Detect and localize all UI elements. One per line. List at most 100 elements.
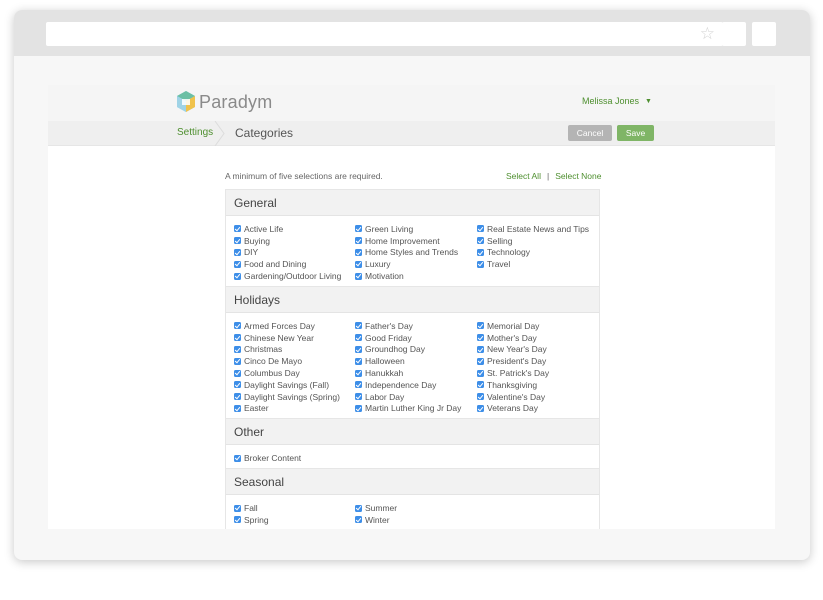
checkbox-checked-icon[interactable]	[355, 381, 362, 389]
checkbox-checked-icon[interactable]	[234, 381, 241, 389]
checkbox-checked-icon[interactable]	[234, 404, 241, 412]
category-option[interactable]: Luxury	[355, 258, 477, 270]
checkbox-checked-icon[interactable]	[234, 369, 241, 377]
breadcrumb-settings[interactable]: Settings	[177, 127, 213, 138]
category-option[interactable]: Hanukkah	[355, 367, 477, 379]
category-option[interactable]: Daylight Savings (Fall)	[234, 379, 355, 391]
category-option[interactable]: Technology	[477, 247, 599, 259]
category-option[interactable]: Armed Forces Day	[234, 320, 355, 332]
checkbox-checked-icon[interactable]	[355, 404, 362, 412]
section-other: Other Broker Content	[226, 418, 599, 468]
category-option[interactable]: Columbus Day	[234, 367, 355, 379]
checkbox-checked-icon[interactable]	[234, 454, 241, 462]
checkbox-checked-icon[interactable]	[234, 393, 241, 401]
checkbox-checked-icon[interactable]	[477, 322, 484, 330]
checkbox-checked-icon[interactable]	[477, 357, 484, 365]
checkbox-checked-icon[interactable]	[355, 393, 362, 401]
cancel-button[interactable]: Cancel	[568, 125, 612, 141]
category-option[interactable]: Christmas	[234, 344, 355, 356]
category-option[interactable]: Gardening/Outdoor Living	[234, 270, 355, 282]
category-option[interactable]: Travel	[477, 258, 599, 270]
checkbox-checked-icon[interactable]	[355, 504, 362, 512]
category-option[interactable]: Motivation	[355, 270, 477, 282]
bookmark-star-icon[interactable]: ☆	[700, 24, 715, 44]
checkbox-checked-icon[interactable]	[477, 260, 484, 268]
user-menu[interactable]: Melissa Jones ▼	[582, 96, 652, 106]
category-option[interactable]: Buying	[234, 235, 355, 247]
category-option[interactable]: Selling	[477, 235, 599, 247]
select-none-link[interactable]: Select None	[555, 171, 601, 181]
checkbox-checked-icon[interactable]	[234, 260, 241, 268]
checkbox-checked-icon[interactable]	[477, 237, 484, 245]
checkbox-checked-icon[interactable]	[355, 369, 362, 377]
category-option[interactable]: Green Living	[355, 223, 477, 235]
select-all-link[interactable]: Select All	[506, 171, 541, 181]
checkbox-checked-icon[interactable]	[234, 237, 241, 245]
checkbox-checked-icon[interactable]	[234, 504, 241, 512]
category-option[interactable]: Winter	[355, 514, 477, 526]
browser-button-2[interactable]	[752, 22, 776, 46]
logo[interactable]: Paradym	[176, 90, 272, 114]
checkbox-checked-icon[interactable]	[355, 345, 362, 353]
category-option[interactable]: Halloween	[355, 355, 477, 367]
checkbox-checked-icon[interactable]	[234, 322, 241, 330]
browser-button-1[interactable]	[722, 22, 746, 46]
category-label: Memorial Day	[487, 320, 540, 331]
category-option[interactable]: DIY	[234, 247, 355, 259]
category-option[interactable]: Independence Day	[355, 379, 477, 391]
checkbox-checked-icon[interactable]	[355, 272, 362, 280]
checkbox-checked-icon[interactable]	[477, 225, 484, 233]
category-option[interactable]: Cinco De Mayo	[234, 355, 355, 367]
checkbox-checked-icon[interactable]	[234, 225, 241, 233]
checkbox-checked-icon[interactable]	[477, 345, 484, 353]
category-option[interactable]: Thanksgiving	[477, 379, 599, 391]
checkbox-checked-icon[interactable]	[477, 248, 484, 256]
checkbox-checked-icon[interactable]	[234, 345, 241, 353]
category-option[interactable]: Fall	[234, 502, 355, 514]
category-option[interactable]: Easter	[234, 403, 355, 415]
checkbox-checked-icon[interactable]	[355, 357, 362, 365]
option-column: Green Living Home Improvement Home Styles …	[355, 223, 477, 282]
checkbox-checked-icon[interactable]	[355, 225, 362, 233]
category-option[interactable]: Active Life	[234, 223, 355, 235]
checkbox-checked-icon[interactable]	[234, 334, 241, 342]
category-option[interactable]: New Year's Day	[477, 344, 599, 356]
category-option[interactable]: Mother's Day	[477, 332, 599, 344]
checkbox-checked-icon[interactable]	[477, 369, 484, 377]
category-option[interactable]: Food and Dining	[234, 258, 355, 270]
checkbox-checked-icon[interactable]	[355, 516, 362, 524]
category-option[interactable]: Valentine's Day	[477, 391, 599, 403]
category-option[interactable]: Groundhog Day	[355, 344, 477, 356]
category-option[interactable]: Daylight Savings (Spring)	[234, 391, 355, 403]
category-option[interactable]: Martin Luther King Jr Day	[355, 403, 477, 415]
category-option[interactable]: Veterans Day	[477, 403, 599, 415]
checkbox-checked-icon[interactable]	[355, 248, 362, 256]
category-option[interactable]: President's Day	[477, 355, 599, 367]
checkbox-checked-icon[interactable]	[234, 248, 241, 256]
category-option[interactable]: Real Estate News and Tips	[477, 223, 599, 235]
checkbox-checked-icon[interactable]	[477, 381, 484, 389]
category-option[interactable]: Summer	[355, 502, 477, 514]
checkbox-checked-icon[interactable]	[234, 516, 241, 524]
checkbox-checked-icon[interactable]	[355, 237, 362, 245]
category-option[interactable]: Spring	[234, 514, 355, 526]
checkbox-checked-icon[interactable]	[477, 334, 484, 342]
category-option[interactable]: Good Friday	[355, 332, 477, 344]
checkbox-checked-icon[interactable]	[355, 260, 362, 268]
address-bar[interactable]: ☆	[46, 22, 723, 46]
checkbox-checked-icon[interactable]	[477, 393, 484, 401]
category-option[interactable]: Chinese New Year	[234, 332, 355, 344]
checkbox-checked-icon[interactable]	[234, 357, 241, 365]
category-option[interactable]: Home Improvement	[355, 235, 477, 247]
category-option[interactable]: Labor Day	[355, 391, 477, 403]
checkbox-checked-icon[interactable]	[355, 334, 362, 342]
category-option[interactable]: Father's Day	[355, 320, 477, 332]
save-button[interactable]: Save	[617, 125, 654, 141]
checkbox-checked-icon[interactable]	[477, 404, 484, 412]
category-option[interactable]: Home Styles and Trends	[355, 247, 477, 259]
checkbox-checked-icon[interactable]	[234, 272, 241, 280]
checkbox-checked-icon[interactable]	[355, 322, 362, 330]
category-option[interactable]: Memorial Day	[477, 320, 599, 332]
category-option[interactable]: Broker Content	[234, 452, 355, 464]
category-option[interactable]: St. Patrick's Day	[477, 367, 599, 379]
